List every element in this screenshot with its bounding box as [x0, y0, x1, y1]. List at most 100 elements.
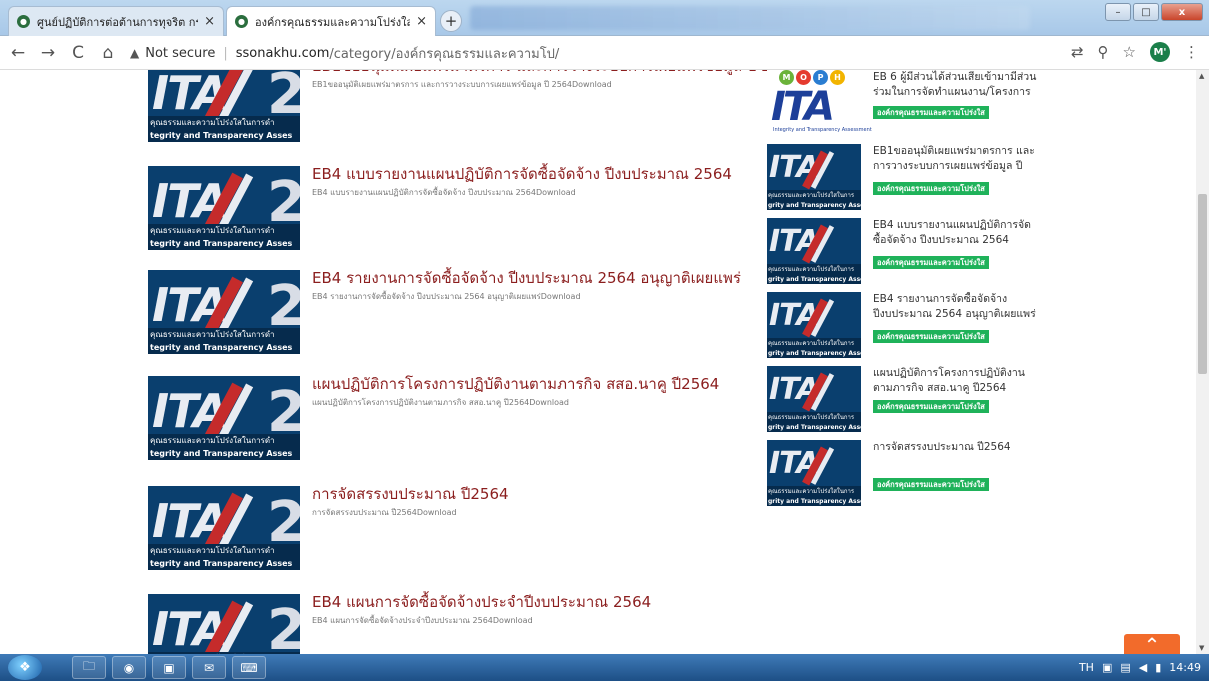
category-badge[interactable]: องค์กรคุณธรรมและความโปร่งใส [873, 182, 989, 195]
address-bar[interactable]: ▲ Not secure | ssonakhu.com /category/อง… [130, 40, 1050, 66]
ita-logo-dot: H [830, 70, 845, 85]
home-icon[interactable]: ⌂ [96, 41, 120, 65]
category-badge[interactable]: องค์กรคุณธรรมและความโปร่งใส [873, 400, 989, 413]
category-badge[interactable]: องค์กรคุณธรรมและความโปร่งใส [873, 330, 989, 343]
sidebar-item-title[interactable]: EB4 แบบรายงานแผนปฏิบัติการจัดซื้อจัดจ้าง… [873, 218, 1043, 248]
category-badge[interactable]: องค์กรคุณธรรมและความโปร่งใส [873, 256, 989, 269]
post-title-link[interactable]: EB4 รายงานการจัดซื้อจัดจ้าง ปีงบประมาณ 2… [312, 266, 741, 290]
tray-app-icon[interactable]: ▣ [1102, 661, 1112, 674]
zoom-icon[interactable]: ⚲ [1098, 43, 1109, 61]
post-thumbnail[interactable]: ITA 2 คุณธรรมและความโปร่งใสในการดำ tegri… [148, 486, 300, 570]
maximize-button[interactable]: □ [1133, 3, 1159, 21]
scrollbar-thumb[interactable] [1198, 194, 1207, 374]
windows-taskbar: ❖ 🗀 ◉ ▣ ✉ ⌨ TH ▣ ▤ ◀ ▮ 14:49 [0, 654, 1209, 681]
chrome-taskbar-button[interactable]: ◉ [112, 656, 146, 679]
thumb-caption-english: grity and Transparency Asse [768, 350, 861, 357]
start-button[interactable]: ❖ [8, 655, 42, 680]
warning-icon[interactable]: ▲ [130, 46, 139, 60]
ita-logo-dot: M [779, 70, 794, 85]
scroll-up-icon[interactable]: ▲ [1199, 72, 1204, 80]
window-controls: – □ x [1105, 3, 1203, 21]
tab-2[interactable]: ● องค์กรคุณธรรมและความโปร่งใส | : × [226, 6, 436, 36]
scroll-down-icon[interactable]: ▼ [1199, 644, 1204, 652]
translate-icon[interactable]: ⇄ [1071, 43, 1084, 61]
ita-logo-text: ITA [771, 84, 835, 130]
site-favicon-icon: ● [17, 15, 30, 28]
post-thumbnail[interactable]: ITA 2 คุณธรรมและความโปร่งใสในการดำ tegri… [148, 594, 300, 654]
thumb-caption-thai: คุณธรรมและความโปร่งใสในการ [768, 266, 855, 273]
sidebar-thumbnail[interactable]: ITA คุณธรรมและความโปร่งใสในการ grity and… [767, 440, 861, 506]
thumb-caption-english: grity and Transparency Asse [768, 202, 861, 209]
bookmark-star-icon[interactable]: ☆ [1123, 43, 1136, 61]
post-title-link[interactable]: การจัดสรรงบประมาณ ปี2564 [312, 482, 509, 506]
address-separator: | [223, 45, 228, 61]
volume-icon[interactable]: ◀ [1139, 661, 1147, 674]
thumb-caption-english: grity and Transparency Asse [768, 498, 861, 505]
forward-icon[interactable]: → [36, 41, 60, 65]
sidebar-thumbnail[interactable]: ITA คุณธรรมและความโปร่งใสในการ grity and… [767, 366, 861, 432]
thumb-caption-thai: คุณธรรมและความโปร่งใสในการดำ [150, 226, 275, 235]
post-excerpt: EB4 แบบรายงานแผนปฏิบัติการจัดซื้อจัดจ้าง… [312, 188, 576, 197]
thumb-caption-thai: คุณธรรมและความโปร่งใสในการ [768, 488, 855, 495]
reload-icon[interactable]: C [66, 41, 90, 65]
post-thumbnail[interactable]: ITA 2 คุณธรรมและความโปร่งใสในการดำ tegri… [148, 376, 300, 460]
minimize-button[interactable]: – [1105, 3, 1131, 21]
tray-clock[interactable]: 14:49 [1169, 661, 1201, 674]
thumb-caption-english: tegrity and Transparency Asses [150, 239, 293, 248]
ita-logo-dots: MOPH [779, 70, 845, 85]
tray-folder-icon[interactable]: ▤ [1120, 661, 1130, 674]
page-content: ITA 2 คุณธรรมและความโปร่งใสในการดำ tegri… [0, 70, 1196, 654]
keyboard-taskbar-button[interactable]: ⌨ [232, 656, 266, 679]
menu-icon[interactable]: ⋮ [1184, 43, 1199, 61]
thumb-caption-thai: คุณธรรมและความโปร่งใสในการ [768, 340, 855, 347]
mail-taskbar-button[interactable]: ✉ [192, 656, 226, 679]
post-title-link[interactable]: แผนปฏิบัติการโครงการปฏิบัติงานตามภารกิจ … [312, 372, 719, 396]
tab-1[interactable]: ● ศูนย์ปฏิบัติการต่อต้านการทุจริต กระ × [8, 6, 224, 36]
blurred-window-title [470, 6, 1030, 30]
back-to-top-button[interactable]: ⌃ [1124, 633, 1180, 657]
back-icon[interactable]: ← [6, 41, 30, 65]
network-signal-icon[interactable]: ▮ [1155, 661, 1161, 674]
thumb-caption-english: tegrity and Transparency Asses [150, 343, 293, 352]
sidebar-thumbnail[interactable]: ITA คุณธรรมและความโปร่งใสในการ grity and… [767, 292, 861, 358]
post-title-link[interactable]: EB1ขออนุมัติเผยแพร่มาตรการ และการวางระบบ… [312, 70, 799, 78]
sidebar-item-title[interactable]: EB1ขออนุมัติเผยแพร่มาตรการ และการวางระบบ… [873, 144, 1043, 174]
browser-titlebar: ● ศูนย์ปฏิบัติการต่อต้านการทุจริต กระ × … [0, 0, 1209, 36]
sidebar-item-title[interactable]: แผนปฏิบัติการโครงการปฏิบัติงานตามภารกิจ … [873, 366, 1043, 396]
line-taskbar-button[interactable]: ▣ [152, 656, 186, 679]
post-title-link[interactable]: EB4 แผนการจัดซื้อจัดจ้างประจำปีงบประมาณ … [312, 590, 651, 614]
explorer-taskbar-button[interactable]: 🗀 [72, 656, 106, 679]
post-thumbnail[interactable]: ITA 2 คุณธรรมและความโปร่งใสในการดำ tegri… [148, 166, 300, 250]
ita-logo-subtitle: Integrity and Transparency Assessment [773, 127, 872, 133]
tab-2-close-icon[interactable]: × [416, 14, 427, 29]
thumb-caption-english: tegrity and Transparency Asses [150, 131, 293, 140]
sidebar-item-title[interactable]: EB4 รายงานการจัดซื้อจัดจ้าง ปีงบประมาณ 2… [873, 292, 1043, 322]
category-badge[interactable]: องค์กรคุณธรรมและความโปร่งใส [873, 106, 989, 119]
sidebar-thumbnail[interactable]: ITA คุณธรรมและความโปร่งใสในการ grity and… [767, 144, 861, 210]
post-thumbnail[interactable]: ITA 2 คุณธรรมและความโปร่งใสในการดำ tegri… [148, 270, 300, 354]
ita-logo-dot: P [813, 70, 828, 85]
page-scrollbar[interactable]: ▲ ▼ [1196, 70, 1209, 654]
tab-1-close-icon[interactable]: × [204, 14, 215, 29]
close-window-button[interactable]: x [1161, 3, 1203, 21]
post-excerpt: แผนปฏิบัติการโครงการปฏิบัติงานตามภารกิจ … [312, 398, 570, 407]
thumb-caption-english: tegrity and Transparency Asses [150, 449, 293, 458]
sidebar-item-title[interactable]: การจัดสรรงบประมาณ ปี2564 [873, 440, 1043, 455]
ita-logo[interactable]: MOPH ITA Integrity and Transparency Asse… [767, 70, 872, 136]
post-thumbnail[interactable]: ITA 2 คุณธรรมและความโปร่งใสในการดำ tegri… [148, 70, 300, 142]
thumb-caption-english: grity and Transparency Asse [768, 276, 861, 283]
post-item: ITA 2 คุณธรรมและความโปร่งใสในการดำ tegri… [148, 70, 799, 158]
post-title-link[interactable]: EB4 แบบรายงานแผนปฏิบัติการจัดซื้อจัดจ้าง… [312, 162, 732, 186]
category-badge[interactable]: องค์กรคุณธรรมและความโปร่งใส [873, 478, 989, 491]
tab-1-label: ศูนย์ปฏิบัติการต่อต้านการทุจริต กระ [37, 15, 199, 29]
post-excerpt: การจัดสรรงบประมาณ ปี2564Download [312, 508, 457, 517]
thumb-number: 2 [267, 598, 300, 654]
new-tab-button[interactable]: + [440, 10, 462, 32]
sidebar-item-title[interactable]: EB 6 ผู้มีส่วนได้ส่วนเสียเข้ามามีส่วนร่ว… [873, 70, 1043, 100]
thumb-caption-thai: คุณธรรมและความโปร่งใสในการดำ [150, 436, 275, 445]
security-label: Not secure [145, 45, 216, 61]
sidebar-thumbnail[interactable]: ITA คุณธรรมและความโปร่งใสในการ grity and… [767, 218, 861, 284]
language-indicator[interactable]: TH [1079, 661, 1094, 674]
screen: ● ศูนย์ปฏิบัติการต่อต้านการทุจริต กระ × … [0, 0, 1209, 681]
profile-avatar[interactable]: M' [1150, 42, 1170, 62]
